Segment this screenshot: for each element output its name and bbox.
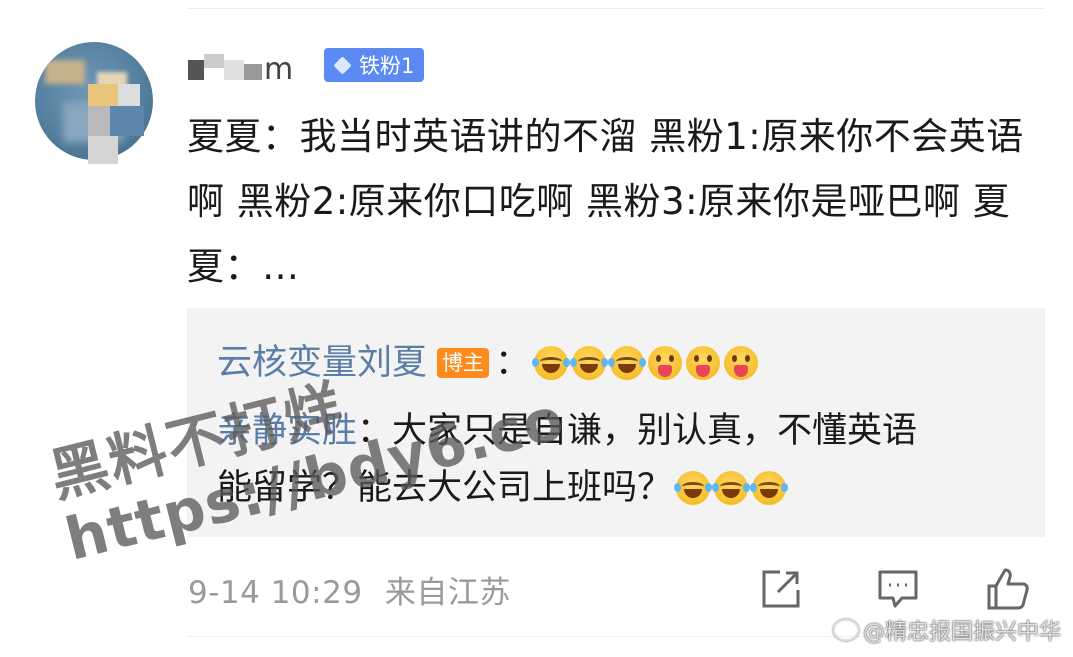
laugh-cry-emoji (570, 346, 609, 380)
laugh-cry-emoji (674, 471, 713, 505)
diamond-icon (333, 55, 352, 75)
reply-2-author[interactable]: 亲静实胜 (217, 401, 357, 461)
reply-2-text-line1: ：大家只是自谦，别认真，不懂英语 (357, 411, 918, 451)
top-divider (187, 8, 1045, 9)
share-icon[interactable] (758, 566, 804, 612)
reply-2: 亲静实胜 ：大家只是自谦，别认真，不懂英语 (217, 401, 917, 461)
timestamp-location: 来自江苏 (384, 575, 511, 611)
laugh-cry-emoji (750, 471, 789, 505)
reply-1-text: ： (495, 343, 531, 383)
username[interactable]: m (188, 51, 294, 87)
weibo-credit-text: @精忠报国振兴中华 (862, 620, 1061, 645)
username-mosaic (188, 54, 262, 84)
laugh-cry-emoji (712, 471, 751, 505)
tongue-emoji (724, 346, 759, 380)
like-icon[interactable] (985, 566, 1031, 612)
laugh-cry-emoji (608, 346, 647, 380)
comment-card: m 铁粉1 夏夏：我当时英语讲的不溜 黑粉1:原来你不会英语啊 黑粉2:原来你口… (0, 0, 1073, 657)
weibo-credit: @精忠报国振兴中华 (832, 614, 1061, 646)
timestamp: 9-14 10:29 来自江苏 (188, 567, 511, 612)
comment-icon[interactable] (875, 566, 921, 612)
fan-badge[interactable]: 铁粉1 (324, 48, 425, 82)
reply-1-author[interactable]: 云核变量刘夏 (217, 333, 427, 393)
timestamp-time: 9-14 10:29 (188, 575, 363, 611)
tongue-emoji (648, 346, 683, 380)
reply-1: 云核变量刘夏 博主 ： (217, 333, 759, 393)
fan-badge-label: 铁粉1 (359, 54, 415, 78)
laugh-cry-emoji (532, 346, 571, 380)
tongue-emoji (686, 346, 721, 380)
blogger-badge: 博主 (437, 348, 490, 378)
reply-2-cont: 能留学？能去大公司上班吗？ (217, 458, 789, 518)
reply-2-text-line2: 能留学？能去大公司上班吗？ (217, 468, 673, 508)
weibo-logo-icon (832, 619, 859, 641)
comment-text: 夏夏：我当时英语讲的不溜 黑粉1:原来你不会英语啊 黑粉2:原来你口吃啊 黑粉3… (187, 115, 1024, 288)
avatar-mosaic (88, 84, 160, 164)
username-text: m (264, 51, 294, 87)
reply-box[interactable]: 云核变量刘夏 博主 ： 亲静实胜 ：大家只是自谦，别认真，不懂英语 能留学？能去… (187, 308, 1045, 537)
